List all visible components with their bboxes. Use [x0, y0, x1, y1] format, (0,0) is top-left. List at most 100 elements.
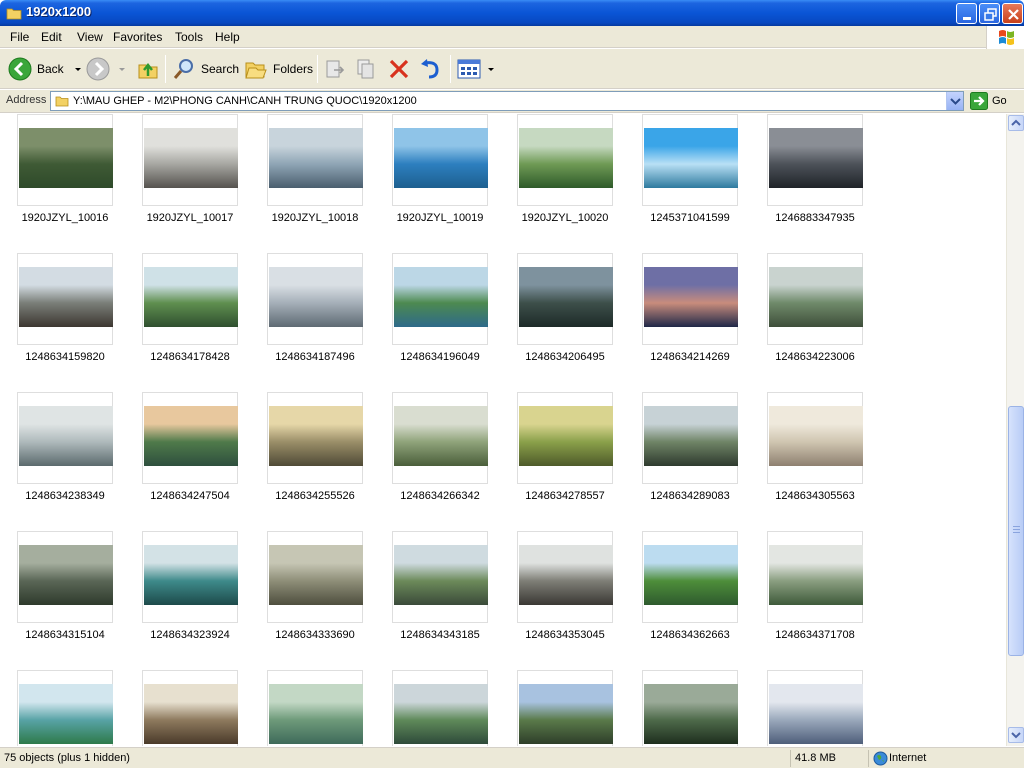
file-item[interactable]: [750, 670, 863, 746]
thumbnail-frame[interactable]: [392, 531, 488, 623]
file-view[interactable]: 1920JZYL_10016 1920JZYL_10017 1920JZYL_100…: [0, 114, 1006, 746]
menu-help[interactable]: Help: [215, 30, 240, 44]
thumbnail-frame[interactable]: [517, 670, 613, 746]
thumbnail-frame[interactable]: [267, 114, 363, 206]
menu-view[interactable]: View: [77, 30, 103, 44]
go-button[interactable]: Go: [970, 92, 1007, 110]
delete-button[interactable]: [388, 53, 410, 85]
file-item[interactable]: 1248634333690: [250, 531, 363, 661]
file-item[interactable]: 1248634289083: [625, 392, 738, 522]
file-item[interactable]: 1248634323924: [125, 531, 238, 661]
back-dropdown-icon[interactable]: [74, 67, 81, 71]
file-item[interactable]: 1248634255526: [250, 392, 363, 522]
thumbnail-frame[interactable]: [517, 392, 613, 484]
file-item[interactable]: [500, 670, 613, 746]
menu-tools[interactable]: Tools: [175, 30, 203, 44]
file-item[interactable]: 1246883347935: [750, 114, 863, 244]
menu-favorites[interactable]: Favorites: [113, 30, 162, 44]
file-item[interactable]: 1248634305563: [750, 392, 863, 522]
thumbnail-frame[interactable]: [142, 253, 238, 345]
file-item[interactable]: 1248634159820: [0, 253, 113, 383]
forward-dropdown-icon[interactable]: [119, 67, 125, 71]
thumbnail-frame[interactable]: [642, 253, 738, 345]
forward-button[interactable]: [86, 53, 125, 85]
address-input[interactable]: Y:\MAU GHEP - M2\PHONG CANH\CANH TRUNG Q…: [50, 91, 964, 111]
views-button[interactable]: [457, 53, 494, 85]
views-dropdown-icon[interactable]: [488, 67, 494, 71]
thumbnail-frame[interactable]: [517, 253, 613, 345]
thumbnail-frame[interactable]: [142, 392, 238, 484]
scrollbar-thumb[interactable]: [1008, 406, 1024, 656]
file-item[interactable]: 1248634178428: [125, 253, 238, 383]
address-path[interactable]: Y:\MAU GHEP - M2\PHONG CANH\CANH TRUNG Q…: [73, 95, 417, 107]
scroll-down-button[interactable]: [1008, 727, 1024, 743]
file-item[interactable]: 1248634187496: [250, 253, 363, 383]
vertical-scrollbar[interactable]: [1006, 114, 1024, 746]
thumbnail-frame[interactable]: [767, 670, 863, 746]
title-bar[interactable]: 1920x1200: [0, 0, 1024, 26]
thumbnail-frame[interactable]: [17, 531, 113, 623]
back-button[interactable]: Back: [8, 53, 81, 85]
undo-button[interactable]: [419, 53, 443, 85]
move-to-button[interactable]: [324, 53, 346, 85]
thumbnail-frame[interactable]: [392, 253, 488, 345]
address-dropdown-button[interactable]: [946, 92, 963, 110]
scroll-up-button[interactable]: [1008, 115, 1024, 131]
file-item[interactable]: [625, 670, 738, 746]
file-item[interactable]: [250, 670, 363, 746]
file-item[interactable]: 1248634196049: [375, 253, 488, 383]
file-item[interactable]: 1920JZYL_10019: [375, 114, 488, 244]
search-button[interactable]: Search: [172, 53, 239, 85]
thumbnail-frame[interactable]: [767, 114, 863, 206]
menu-edit[interactable]: Edit: [41, 30, 62, 44]
thumbnail-frame[interactable]: [267, 531, 363, 623]
thumbnail-frame[interactable]: [767, 253, 863, 345]
file-item[interactable]: 1248634238349: [0, 392, 113, 522]
menu-file[interactable]: File: [10, 30, 29, 44]
up-folder-button[interactable]: [136, 53, 160, 85]
file-item[interactable]: 1248634343185: [375, 531, 488, 661]
thumbnail-frame[interactable]: [17, 392, 113, 484]
file-item[interactable]: 1245371041599: [625, 114, 738, 244]
file-item[interactable]: 1248634223006: [750, 253, 863, 383]
file-item[interactable]: 1248634362663: [625, 531, 738, 661]
file-item[interactable]: 1248634266342: [375, 392, 488, 522]
file-item[interactable]: 1248634206495: [500, 253, 613, 383]
file-item[interactable]: 1920JZYL_10016: [0, 114, 113, 244]
file-item[interactable]: 1248634371708: [750, 531, 863, 661]
thumbnail-frame[interactable]: [642, 114, 738, 206]
thumbnail-frame[interactable]: [517, 114, 613, 206]
file-item[interactable]: [375, 670, 488, 746]
thumbnail-frame[interactable]: [142, 114, 238, 206]
file-item[interactable]: 1920JZYL_10018: [250, 114, 363, 244]
thumbnail-frame[interactable]: [142, 531, 238, 623]
file-item[interactable]: 1248634278557: [500, 392, 613, 522]
file-item[interactable]: [0, 670, 113, 746]
thumbnail-frame[interactable]: [392, 670, 488, 746]
thumbnail-frame[interactable]: [267, 253, 363, 345]
thumbnail-frame[interactable]: [392, 392, 488, 484]
close-button[interactable]: [1002, 3, 1023, 24]
thumbnail-frame[interactable]: [142, 670, 238, 746]
file-item[interactable]: [125, 670, 238, 746]
thumbnail-frame[interactable]: [642, 531, 738, 623]
thumbnail-frame[interactable]: [267, 392, 363, 484]
file-item[interactable]: 1248634214269: [625, 253, 738, 383]
thumbnail-frame[interactable]: [17, 253, 113, 345]
restore-button[interactable]: [979, 3, 1000, 24]
thumbnail-frame[interactable]: [767, 392, 863, 484]
file-item[interactable]: 1248634353045: [500, 531, 613, 661]
copy-to-button[interactable]: [356, 53, 378, 85]
thumbnail-frame[interactable]: [17, 670, 113, 746]
thumbnail-frame[interactable]: [642, 392, 738, 484]
thumbnail-frame[interactable]: [767, 531, 863, 623]
file-item[interactable]: 1248634247504: [125, 392, 238, 522]
minimize-button[interactable]: [956, 3, 977, 24]
file-item[interactable]: 1248634315104: [0, 531, 113, 661]
thumbnail-frame[interactable]: [267, 670, 363, 746]
file-item[interactable]: 1920JZYL_10020: [500, 114, 613, 244]
thumbnail-frame[interactable]: [642, 670, 738, 746]
thumbnail-frame[interactable]: [392, 114, 488, 206]
thumbnail-frame[interactable]: [517, 531, 613, 623]
folders-button[interactable]: Folders: [244, 53, 313, 85]
